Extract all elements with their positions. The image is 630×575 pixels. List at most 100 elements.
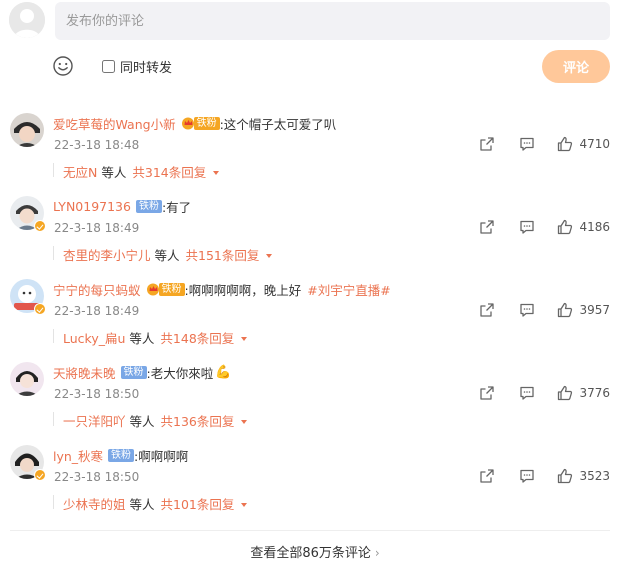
avatar[interactable]	[10, 196, 46, 232]
comment-item: 爱吃草莓的Wang小新 铁粉 :这个帽子太可爱了叭 22-3-18 18:48 …	[0, 100, 630, 183]
reply-connector: 等人	[129, 331, 155, 346]
comment-icon[interactable]	[519, 136, 535, 152]
avatar[interactable]	[10, 445, 46, 481]
chevron-right-icon: ›	[374, 546, 380, 560]
expand-caret-icon[interactable]	[213, 170, 220, 175]
divider	[10, 530, 610, 531]
share-icon[interactable]	[479, 136, 495, 152]
reply-username[interactable]: Lucky_扁u	[63, 328, 125, 347]
like-button[interactable]: 4710	[557, 136, 610, 152]
comment-actions: 3957	[479, 301, 610, 319]
reply-summary[interactable]: 少林寺的姐 等人 共101条回复	[53, 494, 248, 513]
reply-count[interactable]: 共314条回复	[132, 162, 206, 181]
expand-caret-icon[interactable]	[266, 253, 273, 258]
comment-time: 22-3-18 18:49	[54, 221, 140, 235]
comment-time: 22-3-18 18:48	[54, 138, 140, 152]
fan-badge: 铁粉	[108, 448, 135, 462]
comment-input[interactable]	[55, 2, 610, 40]
comment-line: 宁宁的每只蚂蚁 铁粉 :啊啊啊啊啊，晚上好 #刘宇宁直播#	[53, 280, 391, 298]
repost-toggle[interactable]: 同时转发	[102, 57, 172, 76]
reply-connector: 等人	[129, 497, 155, 512]
user-avatar-image	[10, 362, 44, 396]
expand-caret-icon[interactable]	[241, 336, 248, 341]
repost-checkbox[interactable]	[102, 59, 115, 73]
fan-badge: 铁粉	[146, 282, 185, 296]
expand-caret-icon[interactable]	[241, 502, 248, 507]
thumbs-up-icon	[558, 468, 573, 484]
comment-icon[interactable]	[519, 219, 535, 235]
reply-username[interactable]: 无应N	[63, 162, 97, 181]
avatar[interactable]	[10, 279, 46, 315]
reply-summary[interactable]: 一只洋阳吖 等人 共136条回复	[53, 411, 248, 430]
comment-item: 天將晚未晚 铁粉 :老大你來啦 💪 22-3-18 18:50 3776 一只洋…	[0, 349, 630, 432]
reply-connector: 等人	[154, 248, 180, 263]
flexed-biceps-emoji-icon: 💪	[215, 364, 232, 380]
reply-summary[interactable]: Lucky_扁u 等人 共148条回复	[53, 328, 248, 347]
comment-composer: 同时转发 评论	[0, 0, 630, 100]
user-avatar-image	[10, 113, 44, 147]
submit-comment-button[interactable]: 评论	[542, 50, 610, 83]
comment-icon[interactable]	[519, 468, 535, 484]
like-count: 3776	[579, 386, 610, 400]
comment-username[interactable]: 天將晚未晚	[53, 363, 116, 382]
reply-username[interactable]: 一只洋阳吖	[63, 411, 126, 430]
fan-badge: 铁粉	[120, 365, 147, 379]
reply-username[interactable]: 少林寺的姐	[63, 494, 126, 513]
fan-badge-label: 铁粉	[120, 365, 147, 379]
comment-text: :啊啊啊啊啊，晚上好	[184, 282, 302, 298]
reply-count[interactable]: 共101条回复	[161, 494, 235, 513]
share-icon[interactable]	[479, 468, 495, 484]
comment-icon[interactable]	[519, 302, 535, 318]
comment-icon[interactable]	[519, 385, 535, 401]
like-count: 4710	[579, 137, 610, 151]
like-button[interactable]: 3523	[557, 468, 610, 484]
like-button[interactable]: 3776	[557, 385, 610, 401]
comment-item: lyn_秋寒 铁粉 :啊啊啊啊 22-3-18 18:50 3523 少林寺的姐…	[0, 432, 630, 515]
expand-caret-icon[interactable]	[241, 419, 248, 424]
comment-item: LYN0197136 铁粉 :有了 22-3-18 18:49 4186 杏里的…	[0, 183, 630, 266]
share-icon[interactable]	[479, 219, 495, 235]
thumbs-up-icon	[558, 302, 573, 318]
fan-badge-label: 铁粉	[158, 282, 185, 296]
fan-badge-label: 铁粉	[108, 448, 135, 462]
comment-text: :有了	[161, 199, 192, 215]
share-icon[interactable]	[479, 385, 495, 401]
reply-username[interactable]: 杏里的李小宁儿	[63, 245, 151, 264]
fan-badge: 铁粉	[181, 116, 220, 130]
like-count: 3957	[579, 303, 610, 317]
comment-username[interactable]: lyn_秋寒	[53, 446, 103, 465]
topic-hashtag-link[interactable]: #刘宇宁直播#	[307, 280, 390, 299]
like-count: 4186	[579, 220, 610, 234]
comment-item: 宁宁的每只蚂蚁 铁粉 :啊啊啊啊啊，晚上好 #刘宇宁直播# 22-3-18 18…	[0, 266, 630, 349]
like-button[interactable]: 4186	[557, 219, 610, 235]
comment-text: :啊啊啊啊	[134, 448, 189, 464]
like-button[interactable]: 3957	[557, 302, 610, 318]
reply-count[interactable]: 共136条回复	[161, 411, 235, 430]
comment-text: :这个帽子太可爱了叭	[219, 116, 337, 132]
comment-actions: 3776	[479, 384, 610, 402]
reply-count[interactable]: 共148条回复	[160, 328, 234, 347]
verified-icon	[34, 303, 46, 315]
comment-actions: 3523	[479, 467, 610, 485]
comment-username[interactable]: LYN0197136	[53, 199, 131, 214]
comment-username[interactable]: 宁宁的每只蚂蚁	[53, 280, 141, 299]
fan-badge-label: 铁粉	[135, 199, 162, 213]
avatar[interactable]	[10, 362, 44, 396]
comment-list: 爱吃草莓的Wang小新 铁粉 :这个帽子太可爱了叭 22-3-18 18:48 …	[0, 100, 630, 515]
like-count: 3523	[579, 469, 610, 483]
reply-summary[interactable]: 无应N 等人 共314条回复	[53, 162, 220, 181]
emoji-icon[interactable]	[52, 55, 74, 77]
comment-line: 爱吃草莓的Wang小新 铁粉 :这个帽子太可爱了叭	[53, 114, 336, 132]
thumbs-up-icon	[558, 385, 573, 401]
comment-line: 天將晚未晚 铁粉 :老大你來啦 💪	[53, 363, 231, 381]
view-all-comments-link[interactable]: 查看全部86万条评论 ›	[0, 542, 630, 561]
comment-time: 22-3-18 18:50	[54, 387, 140, 401]
comment-actions: 4186	[479, 218, 610, 236]
reply-count[interactable]: 共151条回复	[186, 245, 260, 264]
comment-time: 22-3-18 18:49	[54, 304, 140, 318]
reply-summary[interactable]: 杏里的李小宁儿 等人 共151条回复	[53, 245, 273, 264]
share-icon[interactable]	[479, 302, 495, 318]
avatar[interactable]	[10, 113, 44, 147]
comment-username[interactable]: 爱吃草莓的Wang小新	[53, 114, 176, 133]
comment-line: LYN0197136 铁粉 :有了	[53, 197, 191, 215]
